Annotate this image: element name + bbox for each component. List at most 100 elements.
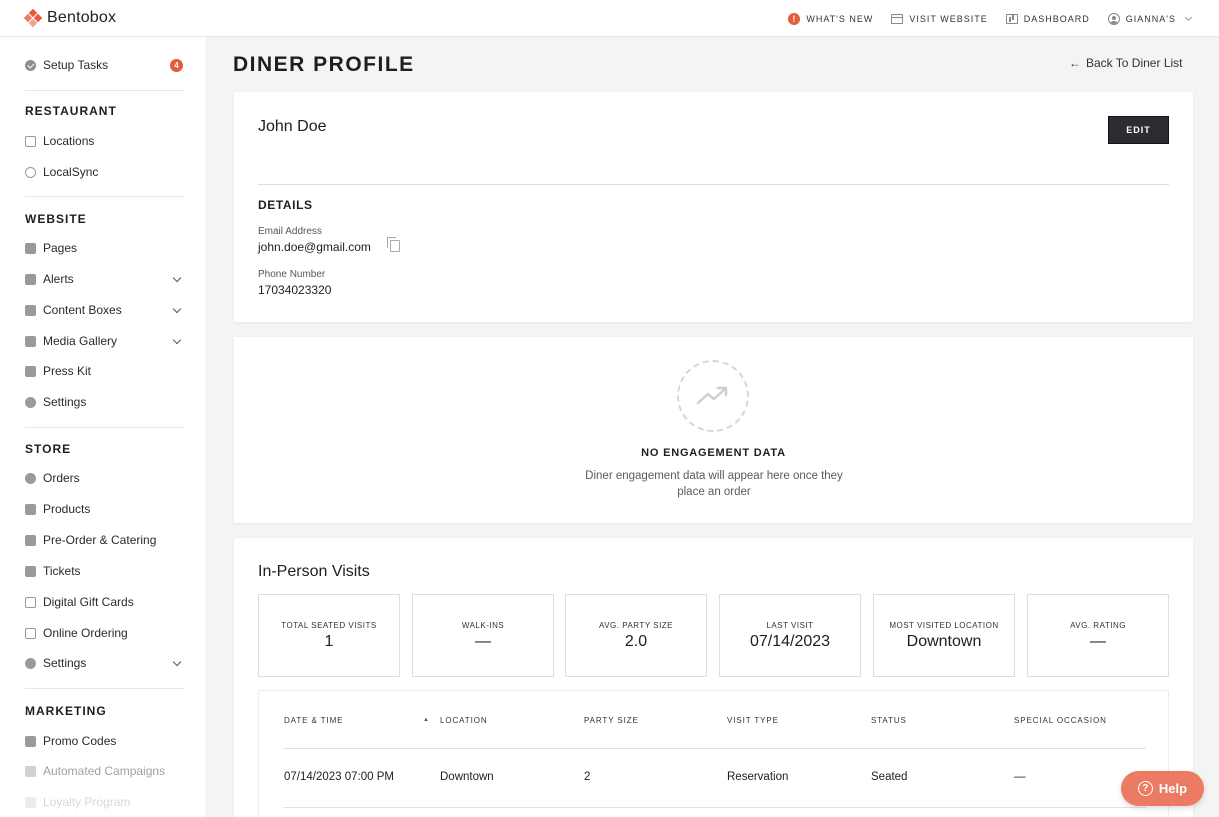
sidebar-item-label: Digital Gift Cards [43, 595, 134, 609]
column-header-status[interactable]: STATUS [871, 716, 907, 725]
sidebar-item-label: Press Kit [43, 364, 92, 378]
sidebar-item-media-gallery[interactable]: Media Gallery [25, 334, 184, 348]
sync-icon [25, 166, 36, 178]
sidebar-item-store-settings[interactable]: Settings [25, 656, 184, 670]
sidebar-item-alerts[interactable]: Alerts [25, 272, 184, 286]
sidebar-item-content-boxes[interactable]: Content Boxes [25, 303, 184, 317]
visits-card: In-Person Visits TOTAL SEATED VISITS 1 W… [234, 538, 1193, 817]
visits-title: In-Person Visits [258, 563, 370, 580]
email-value: john.doe@gmail.com [258, 240, 371, 254]
sidebar-divider [25, 427, 184, 428]
sidebar-item-automated-campaigns[interactable]: Automated Campaigns [25, 764, 184, 778]
cell-location: Downtown [440, 771, 494, 783]
sidebar-item-label: Promo Codes [43, 734, 117, 748]
logo-text: Bentobox [47, 9, 117, 26]
sidebar-item-pages[interactable]: Pages [25, 241, 184, 255]
sidebar-item-products[interactable]: Products [25, 502, 184, 516]
visit-website-link[interactable]: VISIT WEBSITE [891, 13, 987, 24]
cart-icon [25, 503, 36, 515]
engagement-empty-title: NO ENGAGEMENT DATA [641, 447, 786, 459]
column-header-date-time[interactable]: DATE & TIME [284, 716, 343, 725]
page-title: DINER PROFILE [233, 53, 415, 76]
stat-avg-rating: AVG. RATING — [1027, 594, 1169, 677]
cell-party-size: 2 [584, 771, 591, 783]
sidebar-item-press-kit[interactable]: Press Kit [25, 364, 184, 378]
cell-special-occasion: — [1014, 771, 1026, 783]
chevron-down-icon [172, 335, 182, 344]
sidebar-item-localsync[interactable]: LocalSync [25, 165, 184, 179]
stat-value: 1 [324, 633, 334, 650]
utensils-icon [25, 534, 36, 546]
logo-icon [23, 8, 43, 28]
phone-value: 17034023320 [258, 283, 332, 297]
document-icon [25, 365, 36, 377]
question-icon: ? [1137, 781, 1153, 796]
stat-last-visit: LAST VISIT 07/14/2023 [719, 594, 861, 677]
edit-button[interactable]: EDIT [1108, 116, 1169, 144]
cell-date-time: 07/14/2023 07:00 PM [284, 771, 394, 783]
whats-new-link[interactable]: ! WHAT'S NEW [788, 12, 874, 25]
stat-value: Downtown [906, 633, 982, 650]
column-header-location[interactable]: LOCATION [440, 716, 488, 725]
top-nav: ! WHAT'S NEW VISIT WEBSITE DASHBOARD GIA… [788, 0, 1193, 37]
copy-icon[interactable] [387, 237, 400, 252]
sidebar-item-label: Automated Campaigns [43, 764, 166, 778]
stat-value: — [475, 633, 491, 650]
sidebar-item-label: Alerts [43, 272, 74, 286]
sidebar-item-label: Content Boxes [43, 303, 122, 317]
star-icon [25, 796, 36, 808]
engagement-empty-description: Diner engagement data will appear here o… [585, 470, 843, 498]
sidebar-item-loyalty-program[interactable]: Loyalty Program [25, 795, 184, 809]
stat-value: 2.0 [624, 633, 648, 650]
sidebar-item-online-ordering[interactable]: Online Ordering [25, 626, 184, 640]
sort-ascending-icon[interactable]: ▲ [423, 717, 429, 723]
trending-up-icon [677, 360, 749, 432]
chevron-down-icon [172, 657, 182, 666]
whats-new-label: WHAT'S NEW [806, 13, 874, 24]
stat-label: WALK-INS [461, 621, 505, 630]
user-icon [1107, 12, 1120, 25]
stat-value: — [1090, 633, 1106, 650]
mail-icon [25, 765, 36, 777]
sidebar-item-label: Orders [43, 471, 80, 485]
chevron-down-icon [1184, 13, 1193, 21]
ticket-icon [25, 565, 36, 577]
sidebar-item-orders[interactable]: Orders [25, 471, 184, 485]
sidebar-item-promo-codes[interactable]: Promo Codes [25, 734, 184, 748]
sidebar-item-pre-order-catering[interactable]: Pre-Order & Catering [25, 533, 184, 547]
bentobox-logo[interactable]: Bentobox [23, 8, 117, 28]
stat-most-visited-location: MOST VISITED LOCATION Downtown [873, 594, 1015, 677]
sidebar-item-website-settings[interactable]: Settings [25, 395, 184, 409]
online-order-icon [25, 627, 36, 639]
user-menu[interactable]: GIANNA'S [1107, 12, 1193, 25]
sidebar-section-marketing: MARKETING [25, 704, 107, 718]
tag-icon [25, 735, 36, 747]
sidebar-item-locations[interactable]: Locations [25, 134, 184, 148]
stat-walk-ins: WALK-INS — [412, 594, 554, 677]
top-bar: Bentobox ! WHAT'S NEW VISIT WEBSITE DASH… [0, 0, 1219, 37]
sidebar-item-digital-gift-cards[interactable]: Digital Gift Cards [25, 595, 184, 609]
chevron-down-icon [172, 304, 182, 313]
sidebar-item-label: Loyalty Program [43, 795, 131, 809]
gear-icon [25, 657, 36, 669]
sidebar-item-label: Pages [43, 241, 78, 255]
engagement-card: NO ENGAGEMENT DATA Diner engagement data… [234, 337, 1193, 523]
sidebar-item-tickets[interactable]: Tickets [25, 564, 184, 578]
back-to-diner-list-link[interactable]: ← Back To Diner List [1069, 56, 1183, 70]
sidebar-section-store: STORE [25, 442, 72, 456]
chevron-down-icon [172, 273, 182, 282]
visits-table: DATE & TIME ▲ LOCATION PARTY SIZE VISIT … [258, 690, 1169, 817]
column-header-party-size[interactable]: PARTY SIZE [584, 716, 639, 725]
column-header-special-occasion[interactable]: SPECIAL OCCASION [1014, 716, 1107, 725]
page-icon [25, 242, 36, 254]
sidebar-item-setup-tasks[interactable]: Setup Tasks 4 [25, 58, 184, 72]
sidebar-item-label: Tickets [43, 564, 81, 578]
column-header-visit-type[interactable]: VISIT TYPE [727, 716, 779, 725]
phone-label: Phone Number [258, 269, 326, 280]
help-button[interactable]: ? Help [1121, 771, 1204, 806]
profile-card: John Doe EDIT DETAILS Email Address john… [234, 92, 1193, 322]
table-header-divider [283, 748, 1146, 749]
dashboard-link[interactable]: DASHBOARD [1005, 13, 1090, 24]
dollar-icon [25, 472, 36, 484]
sidebar: Setup Tasks 4 RESTAURANT Locations Local… [0, 37, 207, 817]
